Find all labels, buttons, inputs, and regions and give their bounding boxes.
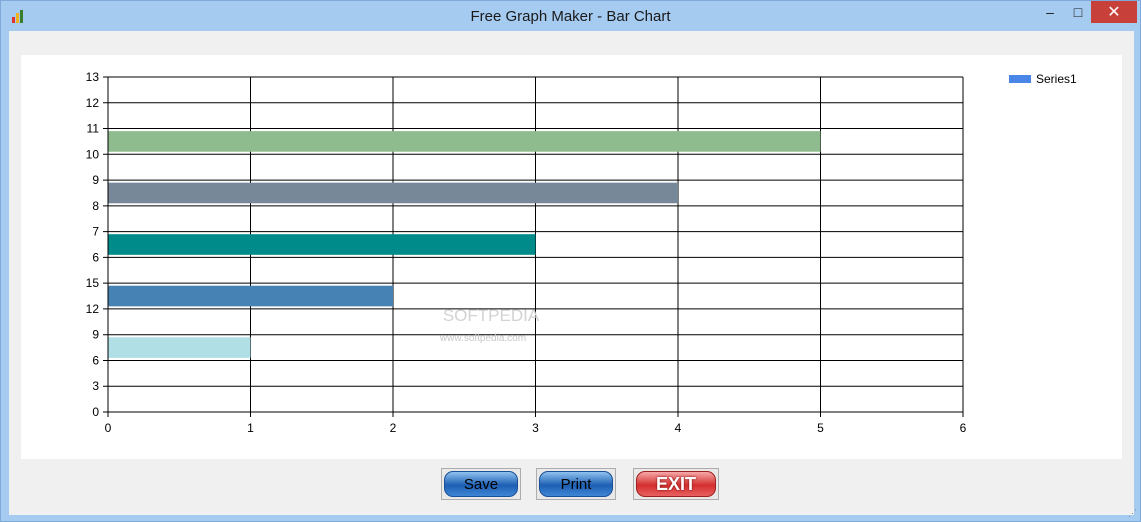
x-tick-label: 4 [675, 421, 682, 435]
print-button[interactable]: Print [536, 468, 616, 500]
chart-area: 0 1 2 3 4 5 6 0 3 6 9 12 15 6 7 8 9 10 11 12 13 Series1 SOFT… [21, 55, 1122, 459]
y-tick-label: 3 [92, 379, 99, 393]
save-button-label: Save [444, 471, 518, 497]
y-tick-label: 12 [86, 302, 100, 316]
exit-button-label: EXIT [636, 471, 716, 497]
resize-grip-icon[interactable]: ⋰ [1128, 508, 1137, 519]
bar[interactable] [108, 131, 821, 152]
x-tick-label: 2 [390, 421, 397, 435]
x-tick-label: 0 [105, 421, 112, 435]
app-window: Free Graph Maker - Bar Chart – □ ✕ 01234… [0, 0, 1141, 522]
bar[interactable] [108, 337, 251, 358]
watermark-logo: SOFTPEDIA [443, 306, 540, 325]
y-tick-label: 8 [92, 199, 99, 213]
y-tick-label: 6 [92, 250, 99, 264]
print-button-label: Print [539, 471, 613, 497]
y-tick-label: 12 [86, 96, 100, 110]
y-tick-label: 11 [87, 122, 100, 136]
y-tick-label: 9 [92, 328, 99, 342]
y-tick-label: 13 [86, 70, 100, 84]
window-title: Free Graph Maker - Bar Chart [470, 8, 671, 25]
title-bar[interactable]: Free Graph Maker - Bar Chart – □ ✕ [1, 1, 1140, 31]
close-button[interactable]: ✕ [1091, 1, 1137, 23]
bar[interactable] [108, 182, 678, 204]
y-tick-label: 7 [92, 225, 99, 239]
x-tick-label: 6 [960, 421, 967, 435]
legend-swatch [1009, 75, 1031, 83]
x-tick-label: 1 [247, 421, 254, 435]
maximize-button[interactable]: □ [1063, 1, 1093, 23]
exit-button[interactable]: EXIT [633, 468, 719, 500]
y-tick-label: 15 [86, 276, 100, 290]
client-area: 0 1 2 3 4 5 6 0 3 6 9 12 15 6 7 8 9 10 11 12 13 Series1 SOFT… [9, 31, 1134, 515]
y-tick-label: 0 [92, 405, 99, 419]
bar[interactable] [108, 234, 536, 255]
y-tick-label: 10 [86, 147, 100, 161]
bar[interactable] [108, 285, 393, 307]
x-tick-label: 5 [817, 421, 824, 435]
watermark-url: www.softpedia.com [439, 333, 526, 344]
x-tick-label: 3 [532, 421, 539, 435]
legend-label: Series1 [1036, 72, 1077, 86]
save-button[interactable]: Save [441, 468, 521, 500]
y-tick-label: 6 [92, 353, 99, 367]
y-tick-label: 9 [92, 173, 99, 187]
bar-chart: 0 1 2 3 4 5 603691215678910111213 Series1 SOFT… [86, 70, 1077, 435]
minimize-button[interactable]: – [1035, 1, 1065, 23]
